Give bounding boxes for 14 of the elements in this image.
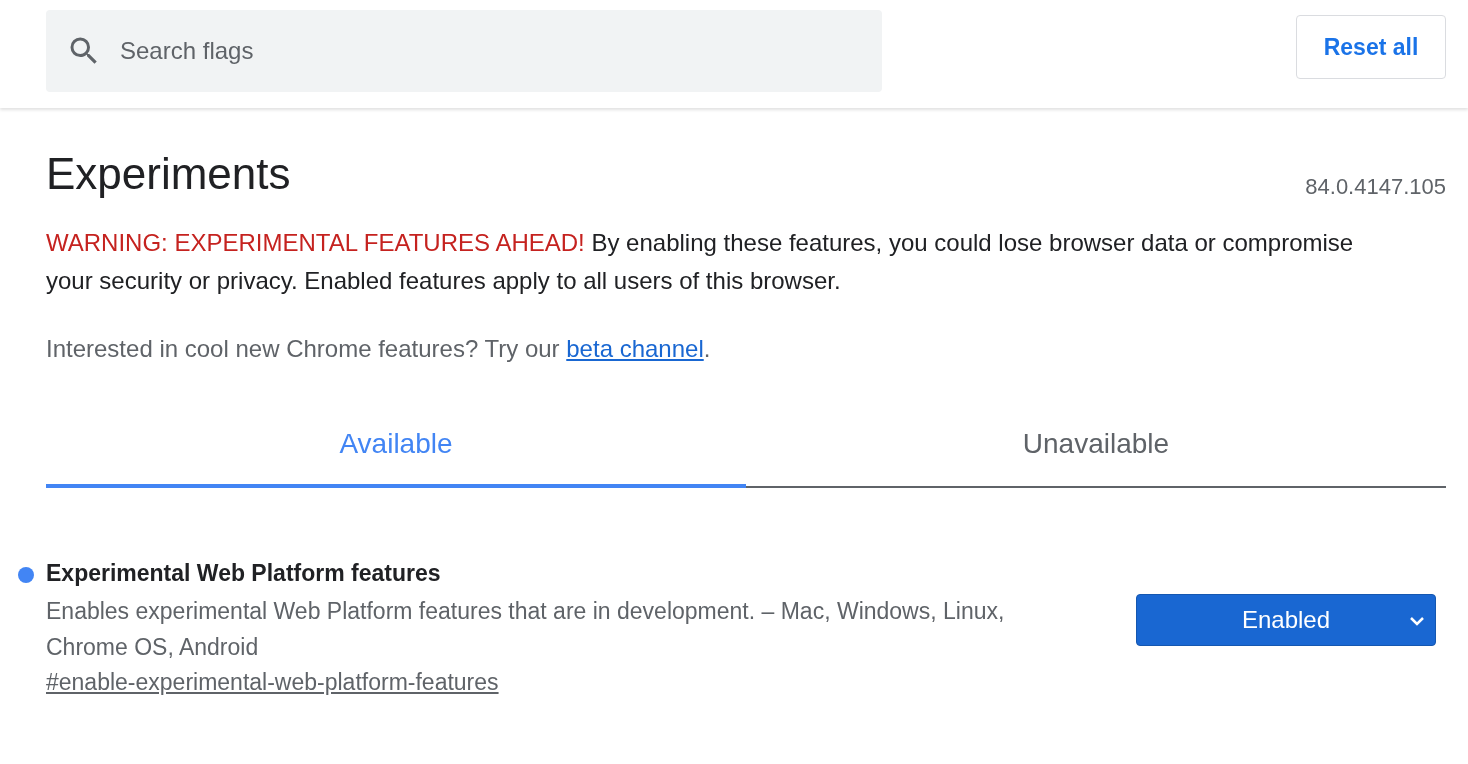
page-title: Experiments	[46, 148, 291, 200]
search-field[interactable]: Search flags	[46, 10, 882, 92]
chevron-icon	[1409, 616, 1425, 626]
flag-title: Experimental Web Platform features	[46, 560, 441, 586]
tab[interactable]: Unavailable	[746, 410, 1446, 488]
beta-channel-text: Interested in cool new Chrome features? Try our beta channel.	[46, 334, 712, 364]
flag-select[interactable]: Enabled	[1136, 594, 1436, 646]
warning-text: WARNING: EXPERIMENTAL FEATURES AHEAD! By enabling these features, you could lose browser data or compromise your security or privacy. Enabled features apply to all users of this browser.	[46, 228, 1355, 296]
flag-link[interactable]: #enable-experimental-web-platform-features	[46, 669, 499, 696]
flag-description: Enables experimental Web Platform features that are in development. – Mac, Windows, Linux, Chrome OS, Android	[46, 597, 1006, 662]
reset-all-button[interactable]: Reset all	[1296, 15, 1446, 79]
version-text: 84.0.4147.105	[1305, 174, 1446, 200]
tab[interactable]: Available	[46, 410, 746, 488]
beta-channel-link[interactable]: beta channel	[566, 335, 704, 362]
